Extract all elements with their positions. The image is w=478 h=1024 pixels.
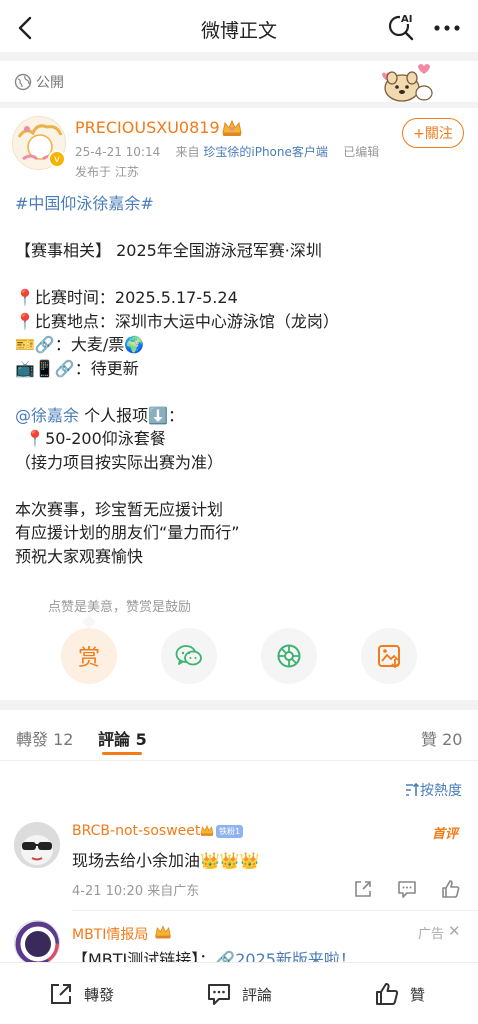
save-image-icon bbox=[378, 645, 400, 669]
tip-caret bbox=[81, 614, 97, 630]
moments-icon bbox=[277, 644, 301, 668]
ad-label: 广告 bbox=[418, 927, 445, 942]
comment-divider bbox=[72, 910, 478, 911]
first-comment-tag: 首评 bbox=[432, 827, 459, 842]
post-events-line: 📍50-200仰泳套餐 bbox=[15, 429, 166, 448]
sort-icon bbox=[406, 782, 420, 796]
post-closing-3: 预祝大家观赛愉快 bbox=[15, 546, 144, 566]
tab-comments-label: 評論 bbox=[98, 730, 131, 749]
share-moments-button[interactable] bbox=[261, 628, 317, 684]
post-location: 发布于 江苏 bbox=[75, 165, 139, 179]
tab-repost-count: 12 bbox=[53, 730, 74, 749]
bottom-like-button[interactable]: 贊 bbox=[374, 981, 425, 1007]
post-closing-1: 本次赛事，珍宝暂无应援计划 bbox=[15, 499, 224, 519]
post-heading: 【赛事相关】 2025年全国游泳冠军赛·深圳 bbox=[15, 241, 322, 260]
repost-icon bbox=[51, 984, 71, 1004]
share-comment-icon[interactable] bbox=[352, 878, 374, 900]
reward-label: 赏 bbox=[77, 646, 100, 671]
post-meta: 25-4-21 10:14 来自 珍宝徐的iPhone客户端 已编辑 bbox=[75, 143, 379, 160]
tab-repost[interactable]: 轉發 12 bbox=[16, 726, 73, 750]
reply-comment-icon[interactable] bbox=[396, 878, 418, 900]
reward-button[interactable]: 赏 bbox=[61, 628, 117, 684]
post-relay-note: （接力项目按实际出赛为准） bbox=[15, 452, 224, 472]
wechat-icon bbox=[175, 645, 202, 666]
ad-close-button[interactable]: ✕ bbox=[448, 922, 461, 940]
like-icon bbox=[376, 983, 399, 1005]
bottom-like-label: 贊 bbox=[410, 985, 426, 1004]
verified-badge: v bbox=[48, 150, 66, 168]
tab-comments[interactable]: 評論 5 bbox=[98, 726, 147, 750]
source-prefix: 来自 bbox=[175, 145, 200, 159]
sort-by-hot-button[interactable]: 按熱度 bbox=[404, 780, 462, 800]
edited-tag[interactable]: 已编辑 bbox=[343, 145, 379, 159]
commenter-avatar[interactable] bbox=[14, 822, 60, 868]
visibility-label: 公開 bbox=[36, 75, 64, 91]
interaction-tabs: 轉發 12 評論 5 贊 20 bbox=[0, 712, 478, 760]
post-time-line: 📍比赛时间：2025.5.17-5.24 bbox=[15, 288, 238, 307]
author-name[interactable]: PRECIOUSXU0819 bbox=[75, 118, 220, 137]
post-venue-line: 📍比赛地点：深圳市大运中心游泳馆（龙岗） bbox=[15, 311, 339, 331]
comment-meta: 4-21 10:20 来自广东 bbox=[72, 884, 200, 899]
crown-badge-icon bbox=[222, 119, 242, 136]
section-divider bbox=[0, 700, 478, 710]
tabs-divider bbox=[0, 760, 478, 761]
top-navbar: 微博正文 AI bbox=[0, 0, 478, 56]
like-comment-icon[interactable] bbox=[440, 878, 462, 900]
post-topic[interactable]: #中国仰泳徐嘉余# bbox=[15, 194, 154, 213]
post-time: 25-4-21 10:14 bbox=[75, 145, 161, 159]
tab-comments-count: 5 bbox=[135, 730, 147, 749]
comment-icon bbox=[208, 984, 230, 1005]
bottom-comment-label: 評論 bbox=[242, 985, 273, 1004]
tab-likes-label: 贊 bbox=[421, 730, 438, 749]
commenter-name[interactable]: BRCB-not-sosweet bbox=[72, 823, 200, 839]
bottom-repost-label: 轉發 bbox=[84, 985, 115, 1004]
post-events-suffix: 个人报项⬇️： bbox=[79, 405, 185, 425]
reward-tip: 点赞是美意，赞赏是鼓励 bbox=[48, 600, 192, 615]
follow-button[interactable]: +關注 bbox=[402, 118, 464, 148]
post-closing-2: 有应援计划的朋友们“量力而行” bbox=[15, 523, 240, 542]
crown-badge-icon bbox=[155, 925, 171, 939]
post-mention[interactable]: @徐嘉余 bbox=[15, 406, 79, 425]
bottom-repost-button[interactable]: 轉發 bbox=[48, 981, 114, 1007]
section-divider bbox=[0, 102, 478, 108]
visibility-row: 公開 bbox=[14, 70, 64, 94]
share-wechat-button[interactable] bbox=[161, 628, 217, 684]
tab-likes[interactable]: 贊 20 bbox=[421, 726, 462, 750]
ad-account-name[interactable]: MBTI情报局 bbox=[72, 924, 148, 944]
tab-repost-label: 轉發 bbox=[16, 730, 49, 749]
bottom-comment-button[interactable]: 評論 bbox=[206, 981, 272, 1007]
ad-avatar[interactable] bbox=[14, 920, 60, 966]
ai-label: AI bbox=[401, 14, 412, 25]
fan-level-badge: 铁粉1 bbox=[216, 825, 244, 838]
active-tab-indicator bbox=[102, 752, 142, 755]
sort-label: 按熱度 bbox=[420, 783, 462, 799]
save-image-button[interactable] bbox=[361, 628, 417, 684]
more-dots-icon[interactable] bbox=[432, 14, 462, 42]
post-body: #中国仰泳徐嘉余# 【赛事相关】 2025年全国游泳冠军赛·深圳 📍比赛时间：2… bbox=[15, 192, 465, 568]
comment-text: 现场去给小余加油👑👑👑 bbox=[72, 851, 260, 870]
mascot-sticker-icon bbox=[382, 64, 433, 102]
post-stream-line: 📺📱🔗：待更新 bbox=[15, 358, 139, 378]
globe-icon bbox=[14, 73, 32, 91]
tab-likes-count: 20 bbox=[442, 730, 463, 749]
ai-search-icon[interactable]: AI bbox=[386, 12, 416, 42]
post-ticket-line: 🎫🔗：大麦/票🌍 bbox=[15, 335, 145, 354]
mbti-logo-icon bbox=[15, 921, 59, 965]
crown-badge-icon bbox=[200, 824, 214, 836]
source-device[interactable]: 珍宝徐的iPhone客户端 bbox=[203, 145, 328, 159]
avatar-artwork-icon bbox=[14, 822, 60, 868]
bottom-action-bar: 轉發 評論 贊 bbox=[0, 962, 478, 1024]
